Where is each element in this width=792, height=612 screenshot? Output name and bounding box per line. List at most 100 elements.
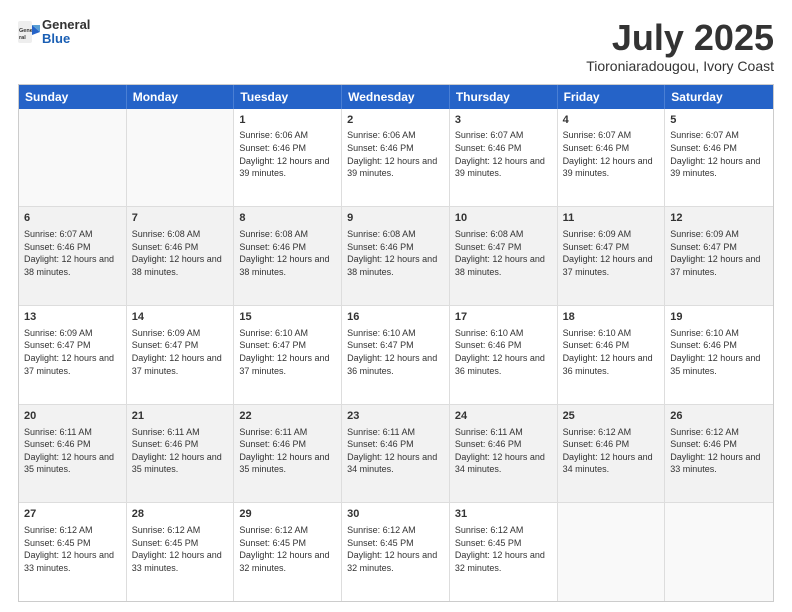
day-number: 28 bbox=[132, 507, 229, 522]
sunrise-text: Sunrise: 6:07 AM bbox=[455, 130, 524, 140]
day-number: 4 bbox=[563, 113, 660, 128]
cal-cell: 20 Sunrise: 6:11 AM Sunset: 6:46 PM Dayl… bbox=[19, 405, 127, 503]
cal-cell: 24 Sunrise: 6:11 AM Sunset: 6:46 PM Dayl… bbox=[450, 405, 558, 503]
day-number: 7 bbox=[132, 211, 229, 226]
daylight-text: Daylight: 12 hours and 39 minutes. bbox=[563, 156, 653, 179]
cal-cell: 31 Sunrise: 6:12 AM Sunset: 6:45 PM Dayl… bbox=[450, 503, 558, 601]
day-number: 1 bbox=[239, 113, 336, 128]
cal-cell: 27 Sunrise: 6:12 AM Sunset: 6:45 PM Dayl… bbox=[19, 503, 127, 601]
cal-cell: 21 Sunrise: 6:11 AM Sunset: 6:46 PM Dayl… bbox=[127, 405, 235, 503]
daylight-text: Daylight: 12 hours and 32 minutes. bbox=[347, 550, 437, 573]
sunset-text: Sunset: 6:47 PM bbox=[670, 242, 737, 252]
cal-cell: 28 Sunrise: 6:12 AM Sunset: 6:45 PM Dayl… bbox=[127, 503, 235, 601]
sunset-text: Sunset: 6:46 PM bbox=[347, 242, 414, 252]
day-number: 9 bbox=[347, 211, 444, 226]
cell-info: Sunrise: 6:10 AM Sunset: 6:46 PM Dayligh… bbox=[455, 327, 552, 377]
cal-cell: 26 Sunrise: 6:12 AM Sunset: 6:46 PM Dayl… bbox=[665, 405, 773, 503]
daylight-text: Daylight: 12 hours and 36 minutes. bbox=[563, 353, 653, 376]
cal-cell bbox=[558, 503, 666, 601]
cal-week-row: 6 Sunrise: 6:07 AM Sunset: 6:46 PM Dayli… bbox=[19, 206, 773, 305]
sunrise-text: Sunrise: 6:12 AM bbox=[347, 525, 416, 535]
sunset-text: Sunset: 6:47 PM bbox=[455, 242, 522, 252]
sunset-text: Sunset: 6:47 PM bbox=[24, 340, 91, 350]
cal-cell: 17 Sunrise: 6:10 AM Sunset: 6:46 PM Dayl… bbox=[450, 306, 558, 404]
sunrise-text: Sunrise: 6:10 AM bbox=[347, 328, 416, 338]
sunset-text: Sunset: 6:46 PM bbox=[455, 439, 522, 449]
cell-info: Sunrise: 6:06 AM Sunset: 6:46 PM Dayligh… bbox=[347, 129, 444, 179]
cal-cell: 22 Sunrise: 6:11 AM Sunset: 6:46 PM Dayl… bbox=[234, 405, 342, 503]
sunset-text: Sunset: 6:45 PM bbox=[132, 538, 199, 548]
cal-cell: 6 Sunrise: 6:07 AM Sunset: 6:46 PM Dayli… bbox=[19, 207, 127, 305]
cell-info: Sunrise: 6:12 AM Sunset: 6:46 PM Dayligh… bbox=[563, 426, 660, 476]
cal-cell: 2 Sunrise: 6:06 AM Sunset: 6:46 PM Dayli… bbox=[342, 109, 450, 207]
daylight-text: Daylight: 12 hours and 38 minutes. bbox=[24, 254, 114, 277]
day-number: 2 bbox=[347, 113, 444, 128]
cal-cell: 1 Sunrise: 6:06 AM Sunset: 6:46 PM Dayli… bbox=[234, 109, 342, 207]
day-number: 25 bbox=[563, 409, 660, 424]
daylight-text: Daylight: 12 hours and 35 minutes. bbox=[670, 353, 760, 376]
daylight-text: Daylight: 12 hours and 38 minutes. bbox=[239, 254, 329, 277]
day-number: 3 bbox=[455, 113, 552, 128]
day-number: 17 bbox=[455, 310, 552, 325]
sunset-text: Sunset: 6:47 PM bbox=[239, 340, 306, 350]
cell-info: Sunrise: 6:07 AM Sunset: 6:46 PM Dayligh… bbox=[670, 129, 768, 179]
daylight-text: Daylight: 12 hours and 38 minutes. bbox=[455, 254, 545, 277]
daylight-text: Daylight: 12 hours and 33 minutes. bbox=[670, 452, 760, 475]
sunrise-text: Sunrise: 6:07 AM bbox=[24, 229, 93, 239]
daylight-text: Daylight: 12 hours and 32 minutes. bbox=[455, 550, 545, 573]
daylight-text: Daylight: 12 hours and 39 minutes. bbox=[670, 156, 760, 179]
daylight-text: Daylight: 12 hours and 35 minutes. bbox=[132, 452, 222, 475]
cal-cell: 13 Sunrise: 6:09 AM Sunset: 6:47 PM Dayl… bbox=[19, 306, 127, 404]
cal-header-day: Monday bbox=[127, 85, 235, 109]
cal-week-row: 20 Sunrise: 6:11 AM Sunset: 6:46 PM Dayl… bbox=[19, 404, 773, 503]
cal-header-day: Thursday bbox=[450, 85, 558, 109]
daylight-text: Daylight: 12 hours and 33 minutes. bbox=[24, 550, 114, 573]
svg-text:ral: ral bbox=[19, 35, 26, 41]
cal-cell: 7 Sunrise: 6:08 AM Sunset: 6:46 PM Dayli… bbox=[127, 207, 235, 305]
calendar-body: 1 Sunrise: 6:06 AM Sunset: 6:46 PM Dayli… bbox=[19, 109, 773, 601]
day-number: 10 bbox=[455, 211, 552, 226]
sunset-text: Sunset: 6:46 PM bbox=[239, 439, 306, 449]
cell-info: Sunrise: 6:08 AM Sunset: 6:46 PM Dayligh… bbox=[347, 228, 444, 278]
header: Gene ral General Blue July 2025 Tioronia… bbox=[18, 18, 774, 74]
cal-cell: 23 Sunrise: 6:11 AM Sunset: 6:46 PM Dayl… bbox=[342, 405, 450, 503]
daylight-text: Daylight: 12 hours and 37 minutes. bbox=[239, 353, 329, 376]
sunset-text: Sunset: 6:47 PM bbox=[347, 340, 414, 350]
daylight-text: Daylight: 12 hours and 34 minutes. bbox=[347, 452, 437, 475]
sunset-text: Sunset: 6:47 PM bbox=[563, 242, 630, 252]
cal-header-day: Sunday bbox=[19, 85, 127, 109]
logo: Gene ral General Blue bbox=[18, 18, 90, 47]
cell-info: Sunrise: 6:12 AM Sunset: 6:46 PM Dayligh… bbox=[670, 426, 768, 476]
sunrise-text: Sunrise: 6:10 AM bbox=[670, 328, 739, 338]
sunrise-text: Sunrise: 6:10 AM bbox=[455, 328, 524, 338]
day-number: 16 bbox=[347, 310, 444, 325]
cell-info: Sunrise: 6:11 AM Sunset: 6:46 PM Dayligh… bbox=[455, 426, 552, 476]
sunrise-text: Sunrise: 6:10 AM bbox=[563, 328, 632, 338]
sunrise-text: Sunrise: 6:11 AM bbox=[24, 427, 92, 437]
sunrise-text: Sunrise: 6:08 AM bbox=[239, 229, 308, 239]
sunrise-text: Sunrise: 6:09 AM bbox=[563, 229, 632, 239]
cal-cell bbox=[127, 109, 235, 207]
cal-cell: 25 Sunrise: 6:12 AM Sunset: 6:46 PM Dayl… bbox=[558, 405, 666, 503]
sunrise-text: Sunrise: 6:08 AM bbox=[455, 229, 524, 239]
sunset-text: Sunset: 6:46 PM bbox=[132, 439, 199, 449]
cell-info: Sunrise: 6:09 AM Sunset: 6:47 PM Dayligh… bbox=[132, 327, 229, 377]
sunset-text: Sunset: 6:46 PM bbox=[347, 143, 414, 153]
cal-cell: 16 Sunrise: 6:10 AM Sunset: 6:47 PM Dayl… bbox=[342, 306, 450, 404]
daylight-text: Daylight: 12 hours and 39 minutes. bbox=[239, 156, 329, 179]
daylight-text: Daylight: 12 hours and 34 minutes. bbox=[455, 452, 545, 475]
day-number: 31 bbox=[455, 507, 552, 522]
cal-cell: 18 Sunrise: 6:10 AM Sunset: 6:46 PM Dayl… bbox=[558, 306, 666, 404]
cell-info: Sunrise: 6:11 AM Sunset: 6:46 PM Dayligh… bbox=[24, 426, 121, 476]
month-title: July 2025 bbox=[586, 18, 774, 58]
cell-info: Sunrise: 6:12 AM Sunset: 6:45 PM Dayligh… bbox=[455, 524, 552, 574]
cal-cell bbox=[665, 503, 773, 601]
daylight-text: Daylight: 12 hours and 37 minutes. bbox=[132, 353, 222, 376]
sunset-text: Sunset: 6:45 PM bbox=[455, 538, 522, 548]
sunset-text: Sunset: 6:45 PM bbox=[239, 538, 306, 548]
cal-cell: 15 Sunrise: 6:10 AM Sunset: 6:47 PM Dayl… bbox=[234, 306, 342, 404]
sunrise-text: Sunrise: 6:06 AM bbox=[239, 130, 308, 140]
day-number: 18 bbox=[563, 310, 660, 325]
cell-info: Sunrise: 6:11 AM Sunset: 6:46 PM Dayligh… bbox=[132, 426, 229, 476]
cal-cell: 29 Sunrise: 6:12 AM Sunset: 6:45 PM Dayl… bbox=[234, 503, 342, 601]
